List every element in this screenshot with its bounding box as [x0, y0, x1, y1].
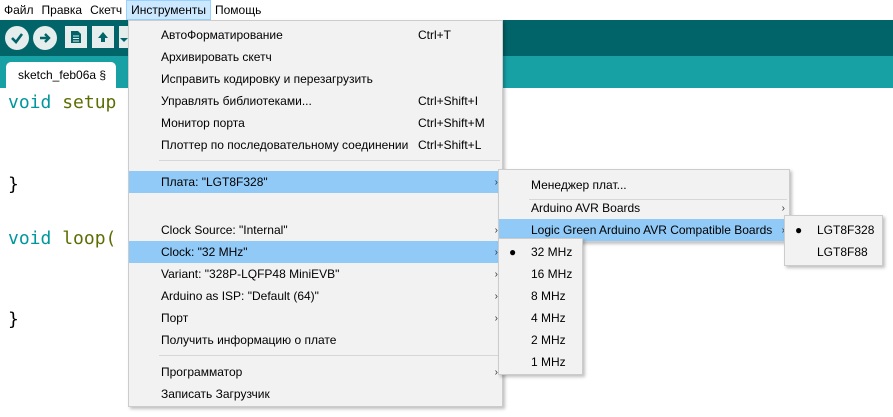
code-line-setup: void setup — [8, 92, 116, 113]
menu-item-arduino-as-isp[interactable]: Arduino as ISP: "Default (64)" › — [129, 285, 502, 307]
menu-item-label: Logic Green Arduino AVR Compatible Board… — [531, 223, 773, 237]
menu-edit[interactable]: Правка — [38, 0, 87, 20]
menu-item-label: 16 MHz — [531, 267, 573, 281]
menu-item-variant[interactable]: Variant: "328P-LQFP48 MiniEVB" › — [129, 263, 502, 285]
code-line-close-brace: } — [8, 174, 19, 195]
menu-item-label: 8 MHz — [531, 289, 566, 303]
menu-item-label: LGT8F88 — [817, 245, 868, 259]
menu-item-label: LGT8F328 — [817, 223, 875, 237]
menu-item-label: 4 MHz — [531, 311, 566, 325]
menu-item-board-info[interactable]: Получить информацию о плате — [129, 329, 502, 351]
clock-submenu: ● 32 MHz 16 MHz 8 MHz 4 MHz 2 MHz 1 MHz — [498, 238, 583, 375]
arrow-right-icon — [40, 33, 51, 43]
menu-item-shortcut: Ctrl+Shift+I — [418, 94, 479, 108]
menu-item-lgt8f328[interactable]: ● LGT8F328 — [785, 219, 882, 241]
function-loop: loop( — [51, 228, 117, 249]
menu-item-autoformat[interactable]: АвтоФорматирование Ctrl+T — [129, 24, 502, 46]
menu-item-burn-bootloader[interactable]: Записать Загрузчик — [129, 383, 502, 405]
menu-item-label: 32 MHz — [531, 245, 573, 259]
upload-button[interactable] — [33, 26, 57, 50]
menu-item-label: Менеджер плат... — [531, 178, 627, 192]
menu-item-label: Плата: "LGT8F328" — [161, 175, 268, 189]
menu-item-clock-1mhz[interactable]: 1 MHz — [499, 351, 582, 373]
menu-item-label: Порт — [161, 311, 189, 325]
menu-item-label: Получить информацию о плате — [161, 333, 337, 347]
menu-item-clock-2mhz[interactable]: 2 MHz — [499, 329, 582, 351]
menu-item-label: Variant: "328P-LQFP48 MiniEVB" — [161, 267, 340, 281]
menu-item-label: Программатор — [161, 365, 243, 379]
open-button[interactable] — [92, 26, 114, 48]
selected-bullet-icon: ● — [509, 245, 517, 259]
menu-item-port[interactable]: Порт › — [129, 307, 502, 329]
board-submenu: Менеджер плат... Arduino AVR Boards › Lo… — [498, 169, 790, 242]
menu-item-label: Плоттер по последовательному соединении — [161, 138, 409, 152]
function-setup: setup — [51, 92, 117, 113]
menu-item-boards-manager[interactable]: Менеджер плат... — [499, 174, 789, 196]
code-line-loop: void loop( — [8, 228, 116, 249]
menu-item-board[interactable]: Плата: "LGT8F328" › — [129, 171, 502, 193]
menu-item-clock-8mhz[interactable]: 8 MHz — [499, 285, 582, 307]
verify-button[interactable] — [5, 26, 29, 50]
menu-item-label: Arduino as ISP: "Default (64)" — [161, 289, 319, 303]
menu-tools[interactable]: Инструменты — [126, 0, 211, 20]
menu-item-label: Clock: "32 MHz" — [161, 245, 248, 259]
menu-item-label: Архивировать скетч — [161, 50, 272, 64]
menu-item-manage-libraries[interactable]: Управлять библиотеками... Ctrl+Shift+I — [129, 90, 502, 112]
menu-item-serial-plotter[interactable]: Плоттер по последовательному соединении … — [129, 134, 502, 156]
menu-item-fix-encoding[interactable]: Исправить кодировку и перезагрузить — [129, 68, 502, 90]
menu-item-clock-16mhz[interactable]: 16 MHz — [499, 263, 582, 285]
lgt-boards-submenu: ● LGT8F328 LGT8F88 — [784, 215, 883, 266]
menu-item-clock-4mhz[interactable]: 4 MHz — [499, 307, 582, 329]
menu-item-shortcut: Ctrl+T — [418, 28, 451, 42]
menu-help[interactable]: Помощь — [211, 0, 265, 20]
menu-item-label: Arduino AVR Boards — [531, 201, 641, 215]
arrow-down-icon — [120, 38, 128, 42]
menu-file[interactable]: Файл — [0, 0, 38, 20]
menu-item-programmer[interactable]: Программатор › — [129, 361, 502, 383]
menu-item-shortcut: Ctrl+Shift+M — [418, 116, 485, 130]
menu-item-label: 2 MHz — [531, 333, 566, 347]
menu-item-clock[interactable]: Clock: "32 MHz" › — [129, 241, 502, 263]
keyword-void: void — [8, 228, 52, 249]
menu-item-serial-monitor[interactable]: Монитор порта Ctrl+Shift+M — [129, 112, 502, 134]
menu-item-label: Монитор порта — [161, 116, 245, 130]
menu-item-label: Clock Source: "Internal" — [161, 223, 288, 237]
tools-menu: АвтоФорматирование Ctrl+T Архивировать с… — [128, 20, 503, 407]
menu-item-archive-sketch[interactable]: Архивировать скетч — [129, 46, 502, 68]
selected-bullet-icon: ● — [795, 223, 803, 237]
menu-item-label: АвтоФорматирование — [161, 28, 283, 42]
menu-item-label: Управлять библиотеками... — [161, 94, 312, 108]
menu-item-arduino-avr-boards[interactable]: Arduino AVR Boards › — [499, 197, 789, 219]
new-file-icon — [71, 31, 81, 43]
submenu-arrow-icon: › — [781, 202, 785, 214]
menu-separator — [159, 355, 500, 356]
new-button[interactable] — [65, 26, 87, 48]
code-line-close-brace: } — [8, 309, 19, 330]
tab-sketch[interactable]: sketch_feb06a § — [6, 62, 116, 88]
keyword-void: void — [8, 92, 52, 113]
menu-item-label: 1 MHz — [531, 355, 566, 369]
menu-item-label: Записать Загрузчик — [161, 387, 270, 401]
menu-item-shortcut: Ctrl+Shift+L — [418, 138, 482, 152]
menu-item-lgt8f88[interactable]: LGT8F88 — [785, 241, 882, 263]
menu-separator — [159, 160, 500, 161]
menu-item-clock-source[interactable]: Clock Source: "Internal" › — [129, 219, 502, 241]
menu-item-clock-32mhz[interactable]: ● 32 MHz — [499, 241, 582, 263]
menu-item-label: Исправить кодировку и перезагрузить — [161, 72, 373, 86]
menu-bar: Файл Правка Скетч Инструменты Помощь — [0, 0, 893, 20]
arrow-up-icon — [98, 32, 108, 42]
menu-sketch[interactable]: Скетч — [86, 0, 126, 20]
checkmark-icon — [11, 33, 24, 44]
